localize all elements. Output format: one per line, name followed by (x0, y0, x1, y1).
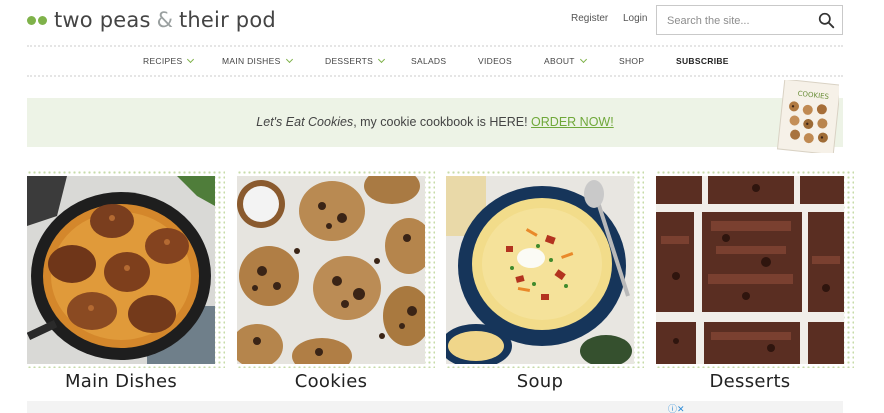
login-link[interactable]: Login (623, 13, 647, 24)
chevron-down-icon (187, 55, 195, 64)
brownies-photo[interactable] (656, 176, 844, 364)
nav-item-recipes[interactable]: RECIPES (143, 55, 195, 66)
main-nav: RECIPES MAIN DISHES DESSERTS SALADS VIDE… (0, 52, 884, 72)
card-label[interactable]: Main Dishes (27, 371, 215, 392)
cookbook-cover-image[interactable]: COOKIES (775, 80, 839, 153)
card-frame (446, 170, 644, 368)
category-card-cookies[interactable]: Cookies (237, 170, 435, 392)
search-input[interactable] (667, 12, 812, 29)
chevron-down-icon (378, 55, 386, 64)
nav-divider (27, 75, 843, 77)
nav-item-shop[interactable]: SHOP (619, 56, 644, 66)
card-frame (656, 170, 854, 368)
order-now-link[interactable]: ORDER NOW! (531, 115, 614, 129)
logo-text-1: two peas (54, 8, 151, 32)
logo-ampersand: & (156, 8, 173, 32)
nav-item-subscribe[interactable]: SUBSCRIBE (676, 56, 729, 66)
site-header: two peas & their pod Register Login (0, 0, 884, 46)
potato-soup-photo[interactable] (446, 176, 634, 364)
search-icon[interactable] (818, 12, 835, 29)
logo-pea-icon (27, 15, 36, 25)
card-label[interactable]: Cookies (237, 371, 425, 392)
logo-text-2: their pod (178, 8, 276, 32)
banner-book-title: Let's Eat Cookies (256, 115, 354, 129)
chicken-skillet-photo[interactable] (27, 176, 215, 364)
register-link[interactable]: Register (571, 13, 608, 24)
card-label[interactable]: Soup (446, 371, 634, 392)
card-label[interactable]: Desserts (656, 371, 844, 392)
nav-item-desserts[interactable]: DESSERTS (325, 55, 386, 66)
header-divider (27, 45, 843, 47)
ad-choices-icon[interactable]: ⓘ✕ (668, 402, 685, 413)
nav-item-about[interactable]: ABOUT (544, 55, 587, 66)
nav-item-salads[interactable]: SALADS (411, 56, 446, 66)
site-logo[interactable]: two peas & their pod (27, 5, 276, 35)
cookbook-banner: Let's Eat Cookies, my cookie cookbook is… (27, 98, 843, 147)
category-card-main-dishes[interactable]: Main Dishes (27, 170, 225, 392)
logo-pea-icon (38, 15, 47, 25)
ad-strip (27, 401, 843, 413)
nav-item-main-dishes[interactable]: MAIN DISHES (222, 55, 293, 66)
card-frame (237, 170, 435, 368)
search-box (656, 5, 843, 35)
card-frame (27, 170, 225, 368)
category-card-desserts[interactable]: Desserts (656, 170, 854, 392)
banner-text: Let's Eat Cookies, my cookie cookbook is… (27, 115, 843, 129)
nav-item-videos[interactable]: VIDEOS (478, 56, 512, 66)
chevron-down-icon (579, 55, 587, 64)
chevron-down-icon (285, 55, 293, 64)
chocolate-chip-cookies-photo[interactable] (237, 176, 425, 364)
banner-message: , my cookie cookbook is HERE! (353, 115, 532, 129)
category-card-soup[interactable]: Soup (446, 170, 644, 392)
